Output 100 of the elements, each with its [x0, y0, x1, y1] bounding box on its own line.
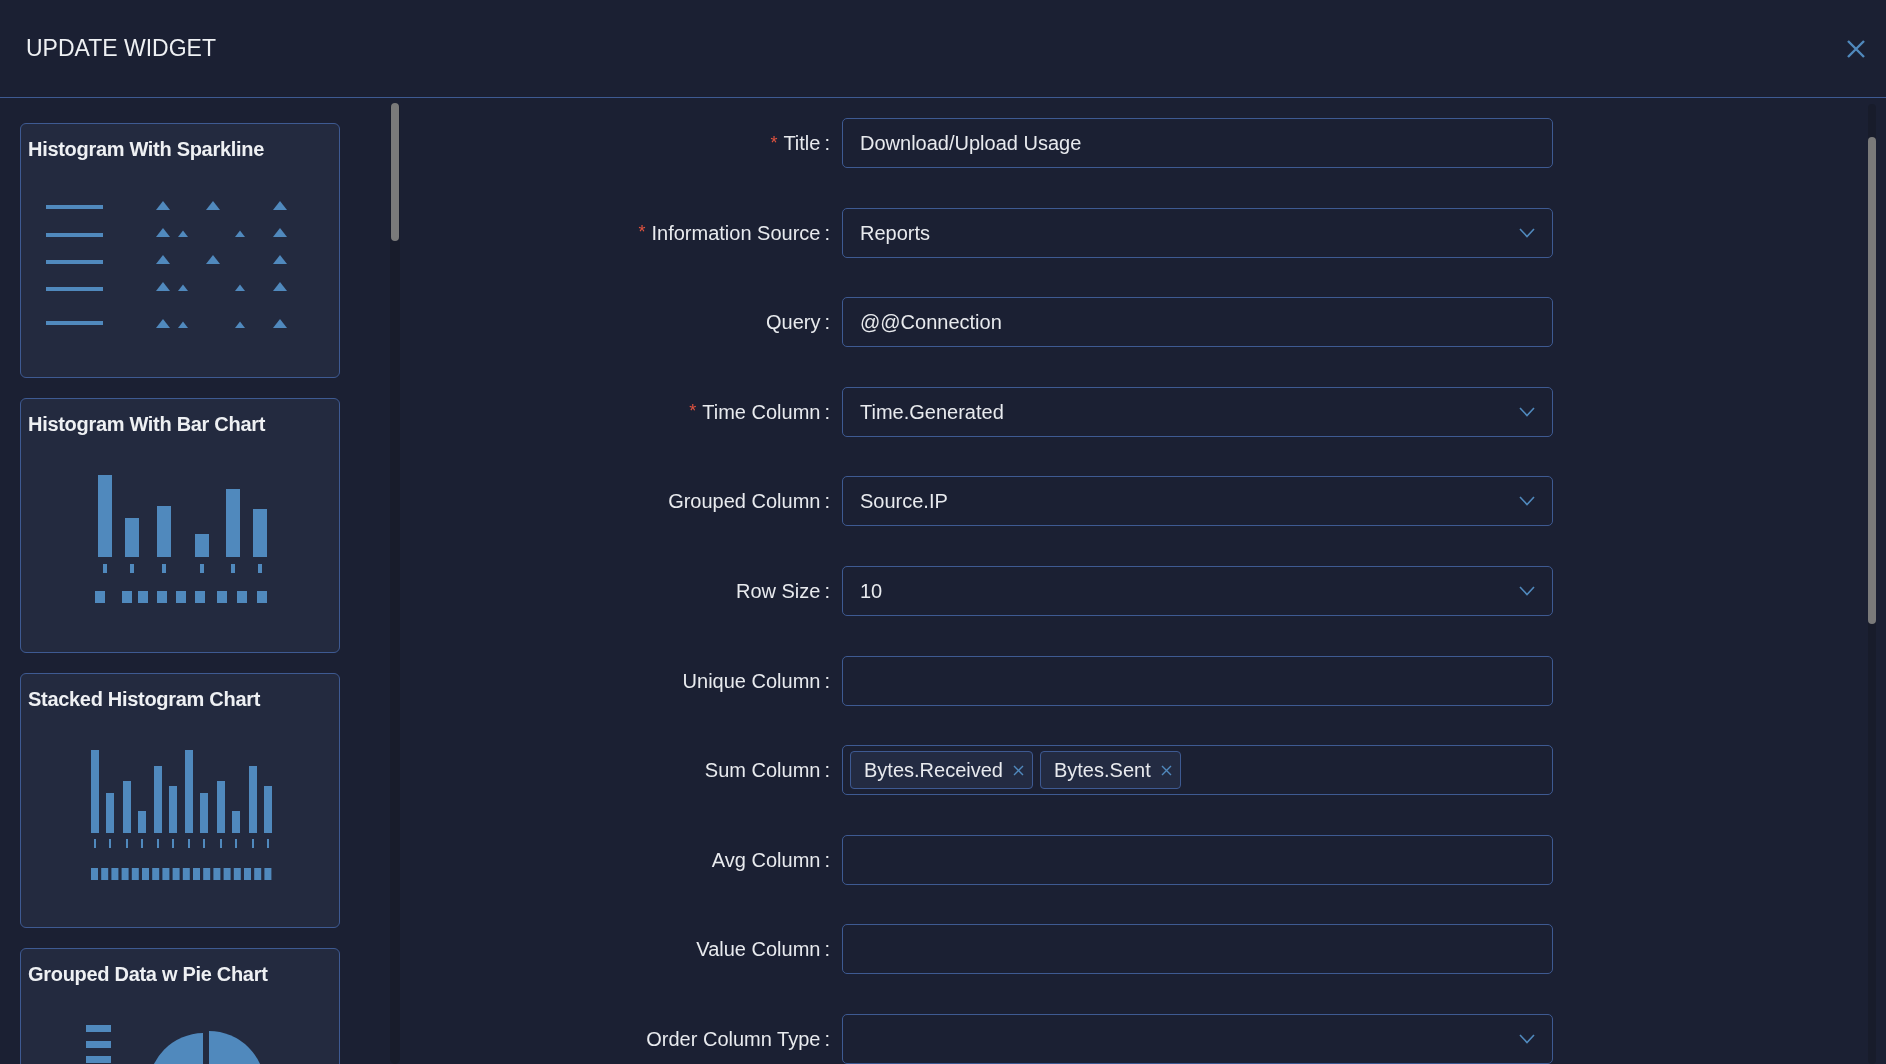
- text-field[interactable]: [842, 924, 1553, 975]
- square-marker: [152, 868, 160, 880]
- tag-label: Bytes.Sent: [1053, 758, 1151, 784]
- triangle-marker: [156, 318, 170, 328]
- bar: [106, 793, 114, 833]
- select-field[interactable]: Reports: [842, 207, 1553, 258]
- triangle-marker: [178, 230, 188, 237]
- triangle-marker: [273, 254, 287, 264]
- square-marker: [237, 591, 247, 603]
- scrollbar-thumb[interactable]: [391, 103, 399, 241]
- widget-type-card[interactable]: Stacked Histogram Chart: [20, 673, 340, 928]
- widget-type-card[interactable]: Grouped Data w Pie Chart: [20, 948, 340, 1064]
- bar: [264, 786, 272, 833]
- select-field[interactable]: Source.IP: [842, 476, 1553, 527]
- tick-mark: [200, 564, 204, 573]
- field-label: Order Column Type: [646, 1026, 821, 1052]
- text-field[interactable]: [842, 834, 1553, 885]
- square-marker: [193, 868, 200, 880]
- close-icon[interactable]: [1160, 764, 1172, 776]
- square-marker: [101, 868, 109, 880]
- select-field[interactable]: Time.Generated: [842, 386, 1553, 437]
- bar: [169, 786, 177, 833]
- field-label: Grouped Column: [668, 489, 821, 515]
- text-field[interactable]: Download/Upload Usage: [842, 118, 1553, 168]
- close-icon[interactable]: [1012, 764, 1024, 776]
- tags-field[interactable]: Bytes.Received Bytes.Sent: [842, 745, 1553, 796]
- label-colon: :: [824, 220, 830, 246]
- tick-mark: [172, 839, 174, 848]
- label-colon: :: [824, 668, 830, 694]
- tick-mark: [109, 839, 111, 848]
- square-marker: [176, 591, 186, 603]
- square-marker: [182, 868, 190, 880]
- chevron-down-icon: [1519, 496, 1535, 507]
- text-field[interactable]: @@Connection: [842, 297, 1553, 348]
- bar: [154, 766, 162, 833]
- tick-mark: [130, 564, 134, 573]
- square-marker: [203, 868, 211, 880]
- triangle-marker: [206, 200, 220, 210]
- square-marker: [264, 868, 272, 880]
- tick-mark: [157, 839, 159, 848]
- square-marker: [172, 868, 180, 880]
- field-label: Value Column: [696, 937, 821, 963]
- tick-mark: [231, 564, 235, 573]
- widget-type-card[interactable]: Histogram With Sparkline: [20, 123, 340, 378]
- card-title: Histogram With Sparkline: [27, 137, 265, 162]
- field-label: Title: [783, 131, 821, 156]
- bar: [195, 534, 209, 557]
- square-marker: [131, 868, 139, 880]
- required-asterisk: *: [770, 131, 778, 155]
- legend-bar: [86, 1041, 111, 1048]
- tick-mark: [126, 839, 128, 848]
- triangle-marker: [273, 200, 287, 210]
- select-field[interactable]: [842, 1013, 1553, 1064]
- square-marker: [95, 591, 105, 603]
- label-colon: :: [824, 489, 830, 515]
- label-colon: :: [824, 399, 830, 425]
- triangle-marker: [235, 284, 245, 291]
- square-marker: [157, 591, 167, 603]
- tick-mark: [103, 564, 107, 573]
- legend-bar: [86, 1025, 111, 1032]
- triangle-marker: [235, 230, 245, 237]
- chevron-down-icon: [1519, 585, 1535, 596]
- label-colon: :: [824, 937, 830, 963]
- triangle-marker: [156, 200, 170, 210]
- tick-mark: [267, 839, 269, 848]
- triangle-marker: [178, 284, 188, 291]
- triangle-marker: [273, 281, 287, 291]
- chevron-down-icon: [1519, 1033, 1535, 1044]
- label-colon: :: [824, 310, 830, 336]
- square-marker: [254, 868, 262, 880]
- field-label: Avg Column: [711, 847, 821, 873]
- square-marker: [233, 868, 241, 880]
- bar: [249, 766, 257, 833]
- scrollbar-thumb[interactable]: [1868, 137, 1876, 624]
- text-field[interactable]: [842, 655, 1553, 706]
- square-marker: [138, 591, 148, 603]
- tick-mark: [258, 564, 262, 573]
- required-asterisk: *: [638, 221, 646, 245]
- select-field[interactable]: 10: [842, 565, 1553, 616]
- field-label: Row Size: [735, 578, 821, 604]
- triangle-marker: [156, 227, 170, 237]
- square-marker: [195, 591, 205, 603]
- tick-mark: [220, 839, 222, 848]
- chevron-down-icon: [1519, 406, 1535, 417]
- label-colon: :: [824, 847, 830, 873]
- dialog-title: UPDATE WIDGET: [26, 34, 216, 64]
- tick-mark: [235, 839, 237, 848]
- card-title: Histogram With Bar Chart: [27, 412, 267, 437]
- widget-type-card[interactable]: Histogram With Bar Chart: [20, 398, 340, 653]
- square-marker: [111, 868, 119, 880]
- field-label: Sum Column: [704, 758, 821, 784]
- square-marker: [91, 868, 98, 880]
- card-title: Grouped Data w Pie Chart: [27, 962, 269, 987]
- triangle-marker: [235, 321, 245, 328]
- chevron-down-icon: [1519, 227, 1535, 238]
- label-colon: :: [824, 131, 830, 156]
- triangle-marker: [156, 281, 170, 291]
- square-marker: [257, 591, 267, 603]
- triangle-marker: [273, 318, 287, 328]
- square-marker: [162, 868, 170, 880]
